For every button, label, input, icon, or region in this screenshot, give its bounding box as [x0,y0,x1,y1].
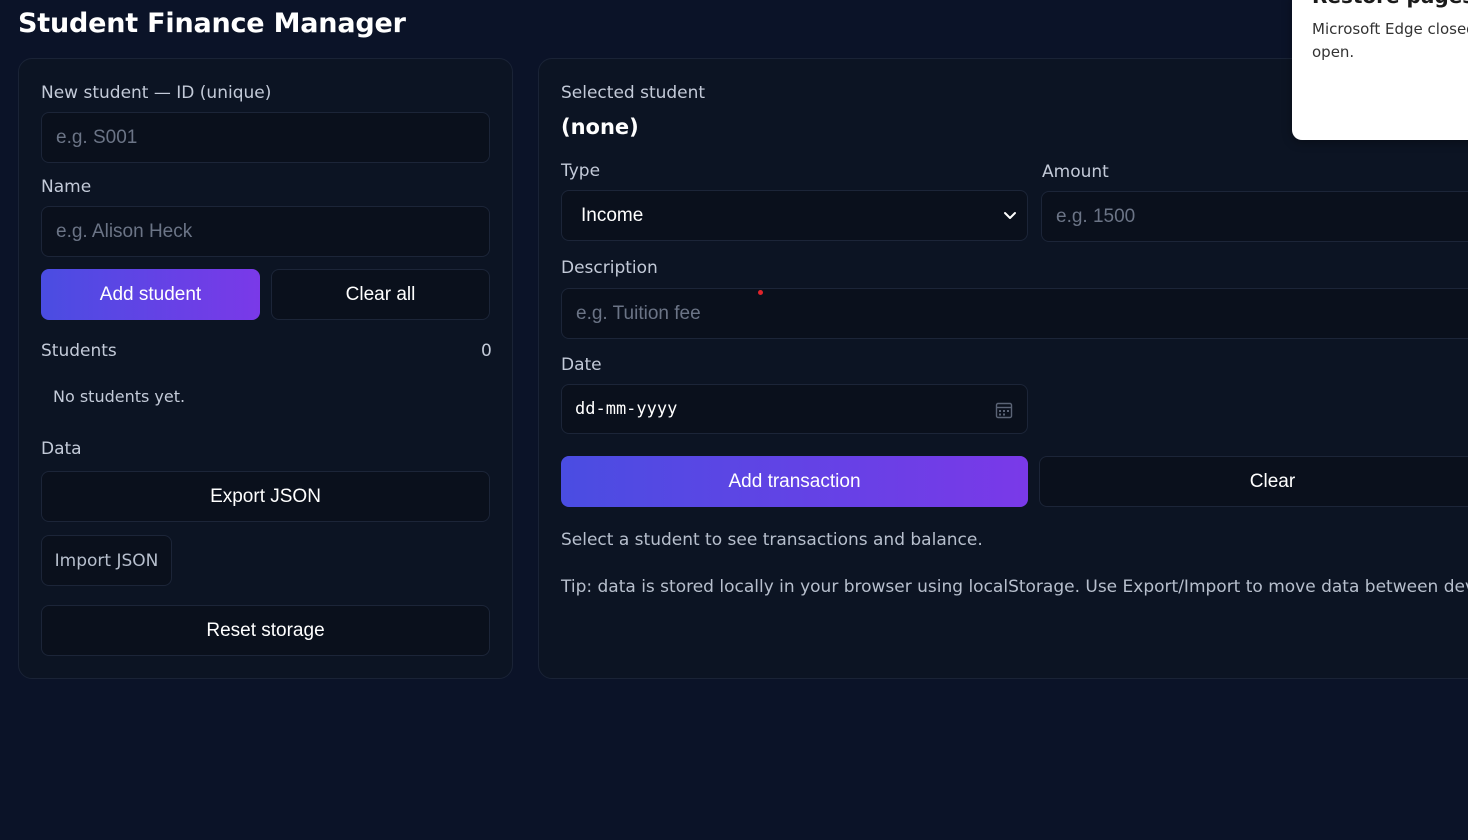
student-name-label: Name [41,177,92,197]
storage-tip: Tip: data is stored locally in your brow… [561,577,1468,597]
students-heading: Students [41,341,117,361]
chevron-down-icon [1004,212,1016,219]
students-count: 0 [481,341,492,361]
type-select[interactable]: Income [561,190,1028,241]
amount-label: Amount [1042,162,1109,182]
restore-pages-title: Restore pages [1312,0,1468,8]
date-label: Date [561,355,602,375]
amount-placeholder: e.g. 1500 [1056,205,1136,227]
clear-transaction-button[interactable]: Clear [1039,456,1468,507]
student-id-label: New student — ID (unique) [41,83,272,103]
add-transaction-button[interactable]: Add transaction [561,456,1028,507]
restore-pages-message: Microsoft Edge closed while you had some… [1312,20,1468,61]
add-student-button[interactable]: Add student [41,269,260,320]
select-student-hint: Select a student to see transactions and… [561,530,983,550]
date-placeholder: dd-mm-yyyy [575,399,678,419]
amount-input[interactable]: e.g. 1500 [1041,191,1468,242]
restore-pages-popup[interactable]: Restore pages Microsoft Edge closed whil… [1292,0,1468,140]
date-input[interactable]: dd-mm-yyyy [561,384,1028,434]
selected-student-label: Selected student [561,83,706,103]
reset-storage-button[interactable]: Reset storage [41,605,490,656]
student-id-input[interactable]: e.g. S001 [41,112,490,163]
student-id-placeholder: e.g. S001 [56,126,138,148]
description-placeholder: e.g. Tuition fee [576,302,701,324]
description-label: Description [561,258,658,278]
type-label: Type [561,161,601,181]
data-heading: Data [41,439,82,459]
import-json-button[interactable]: Import JSON [41,535,172,586]
cursor-dot [758,290,763,295]
export-json-button[interactable]: Export JSON [41,471,490,522]
clear-all-button[interactable]: Clear all [271,269,490,320]
empty-students-message: No students yet. [53,387,186,406]
calendar-icon[interactable] [995,401,1013,419]
transaction-panel: Selected student (none) Type Income Amou… [538,58,1468,679]
selected-student-value: (none) [561,115,639,139]
student-name-input[interactable]: e.g. Alison Heck [41,206,490,257]
type-selected-value: Income [581,204,644,226]
student-name-placeholder: e.g. Alison Heck [56,220,193,242]
app-title: Student Finance Manager [18,8,406,39]
description-input[interactable]: e.g. Tuition fee [561,288,1468,339]
student-panel: New student — ID (unique) e.g. S001 Name… [18,58,513,679]
